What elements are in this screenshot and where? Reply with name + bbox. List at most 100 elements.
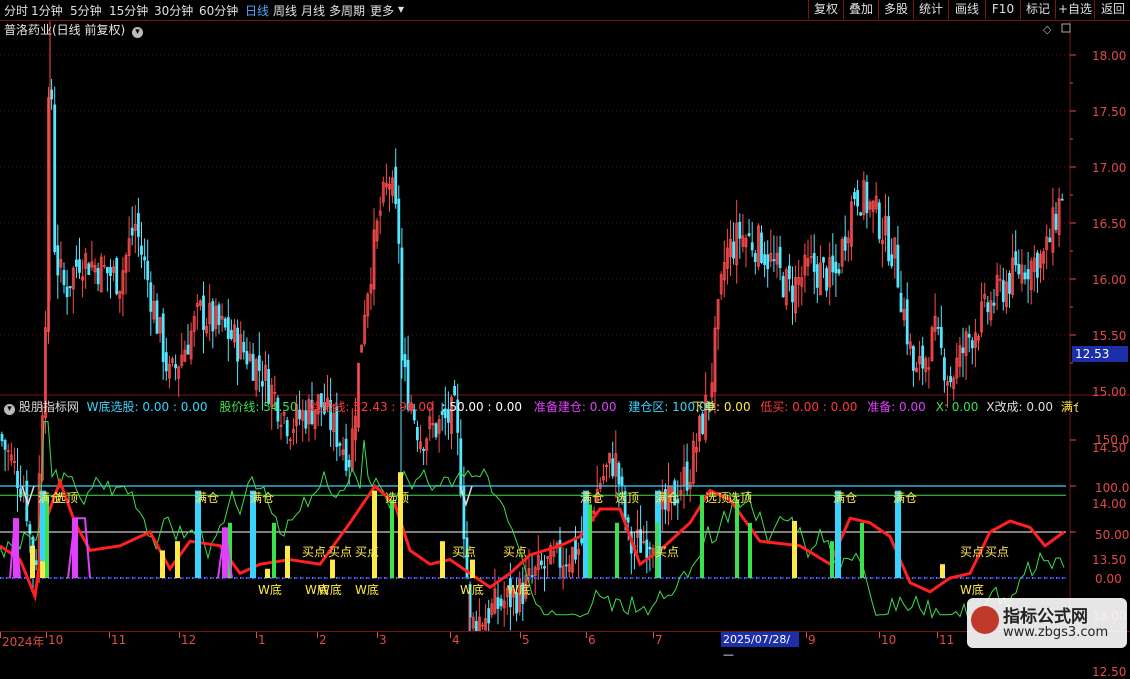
candle-body <box>496 597 500 609</box>
indicator-header: ▾ 股朋指标网 W底选股: 0.00 : 0.00 股价线: 54.50 趋势线… <box>4 398 714 415</box>
candle-body <box>753 253 757 263</box>
price-tick: 17.50 <box>1092 105 1127 119</box>
candle-body <box>422 448 426 452</box>
signal-bar <box>700 495 704 578</box>
candle-body <box>788 265 791 280</box>
candle-body <box>155 300 159 334</box>
signal-label: 选顶 <box>728 491 752 505</box>
candle-body <box>499 598 503 607</box>
date-tick: 6 <box>588 633 596 647</box>
signal-label: 买点 <box>355 545 379 559</box>
candle-body <box>106 266 109 274</box>
date-tick-mark <box>0 632 1 638</box>
signal-label: 买点 <box>655 545 679 559</box>
date-tick: 10 <box>48 633 64 647</box>
candle-body <box>645 539 649 559</box>
date-tick-mark <box>937 632 938 638</box>
price-tick: 15.50 <box>1092 329 1127 343</box>
candle-body <box>164 352 168 372</box>
candle-body <box>394 166 398 205</box>
candle-body <box>0 434 4 442</box>
signal-label: 买点 <box>985 545 1009 559</box>
signal-label: 满仓 <box>250 491 274 505</box>
candle-body <box>1048 237 1052 243</box>
candle-body <box>701 413 704 434</box>
signal-label: W底 <box>355 582 379 597</box>
date-tick-mark <box>377 632 378 638</box>
candle-body <box>781 275 785 298</box>
candle-body <box>639 529 642 553</box>
signal-bar <box>390 499 394 578</box>
signal-bar <box>272 522 276 578</box>
candle-body <box>136 213 140 237</box>
candle-body <box>853 192 856 200</box>
candle-body <box>202 295 205 330</box>
date-tick-mark <box>586 632 587 638</box>
candle-body <box>174 363 178 369</box>
candle-body <box>763 254 766 265</box>
candle-body <box>859 212 863 216</box>
indicator-toggle-icon[interactable]: ▾ <box>4 404 15 415</box>
candle-body <box>540 560 543 566</box>
signal-label: W底 <box>318 582 342 597</box>
candle-body <box>338 443 342 446</box>
x-value: X: 0.00 <box>935 400 979 414</box>
price-tick: 15.00 <box>1092 385 1127 399</box>
signal-label: 买点 <box>503 545 527 559</box>
candle-body <box>223 318 227 328</box>
signal-bar <box>588 504 592 578</box>
candle-body <box>65 286 69 298</box>
prepare-value: 准备: 0.00 <box>867 400 926 414</box>
signal-label: 满仓 <box>580 491 604 505</box>
candle-body <box>611 458 615 477</box>
price-tick: 16.00 <box>1092 273 1127 287</box>
candle-body <box>831 255 835 273</box>
signal-bar <box>440 541 445 578</box>
reference-value: : 50.00 : 0.00 <box>441 400 523 414</box>
candle-body <box>747 233 751 236</box>
full-position-value: 满仓: 0 <box>1060 400 1078 414</box>
candle-body <box>778 246 782 268</box>
date-tick: 3 <box>379 633 387 647</box>
candle-body <box>791 285 794 303</box>
date-tick: 1 <box>258 633 266 647</box>
kline-chart[interactable]: ◇满仓 满仓 满仓 满仓 满仓 满仓 满仓选顶 选顶 选顶 选顶选顶买点 买点 买点 买点 买点 买点 买点买… <box>0 0 1130 650</box>
indicator-tick: 0.00 <box>1095 572 1122 586</box>
candle-body <box>1036 252 1039 278</box>
candle-body <box>143 256 147 261</box>
candle-body <box>140 245 143 255</box>
candle-body <box>732 241 735 259</box>
price-tick: 16.50 <box>1092 217 1127 231</box>
date-tick: 7 <box>655 633 663 647</box>
chevron-down-icon[interactable]: ▾ <box>132 27 144 38</box>
candle-body <box>62 269 66 286</box>
signal-label: 选顶 <box>615 491 639 505</box>
signal-bar <box>748 522 752 578</box>
candle-body <box>78 259 81 273</box>
date-tick-mark <box>109 632 110 638</box>
candle-body <box>912 346 915 371</box>
date-tick-mark <box>653 632 654 638</box>
signal-label: 满仓 <box>833 491 857 505</box>
watermark-title: 指标公式网 <box>1003 607 1088 627</box>
candle-body <box>50 89 53 100</box>
candle-body <box>772 259 776 262</box>
candle-body <box>837 269 841 274</box>
candle-body <box>825 268 828 291</box>
candle-body <box>242 341 246 353</box>
signal-label: W底 <box>258 582 282 597</box>
signal-bar <box>330 559 335 578</box>
date-tick: 4 <box>452 633 460 647</box>
date-tick: 11 <box>111 633 127 647</box>
candle-body <box>620 476 624 486</box>
signal-label: 满仓 <box>893 491 917 505</box>
signal-label: W底 <box>960 582 984 597</box>
candle-body <box>403 354 407 368</box>
candle-body <box>186 344 190 355</box>
date-tick-mark <box>806 632 807 638</box>
date-tick: 9 <box>808 633 816 647</box>
candle-body <box>905 299 909 345</box>
candle-body <box>347 459 351 468</box>
x-done-value: X改成: 0.00 <box>986 400 1054 414</box>
candle-body <box>260 381 264 387</box>
